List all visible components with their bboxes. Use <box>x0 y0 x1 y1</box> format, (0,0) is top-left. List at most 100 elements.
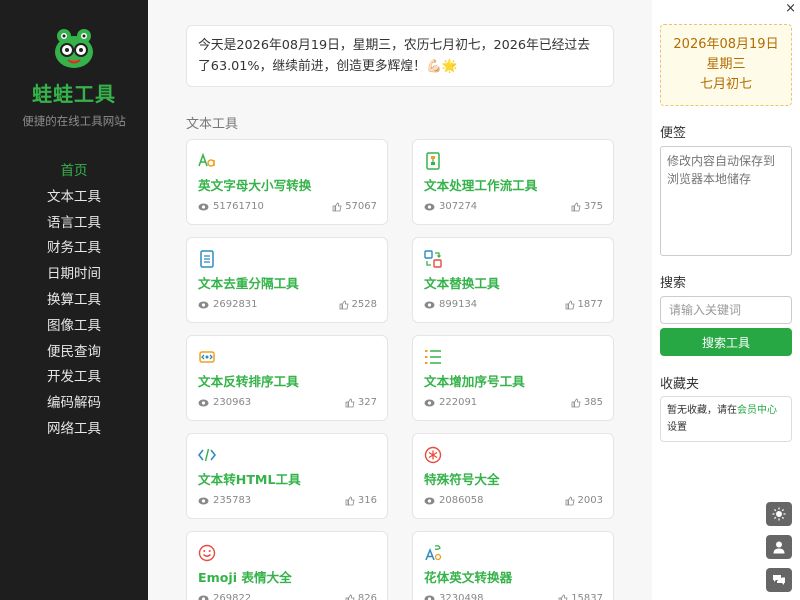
eye-icon <box>198 595 209 600</box>
code-icon <box>198 448 216 462</box>
like-count[interactable]: 57067 <box>332 201 377 212</box>
frog-logo-icon[interactable] <box>52 26 96 70</box>
nav-item-encode-decode[interactable]: 编码解码 <box>0 391 148 417</box>
tool-card-title: 花体英文转换器 <box>424 570 513 585</box>
eye-icon <box>198 301 209 308</box>
like-count-value: 327 <box>357 397 377 408</box>
favorites-box: 暂无收藏，请在会员中心设置 <box>660 396 792 442</box>
like-count-value: 385 <box>583 397 603 408</box>
thumbs-up-icon <box>571 398 581 407</box>
eye-icon <box>198 399 209 406</box>
main-content: 今天是2026年08月19日，星期三，农历七月初七，2026年已经过去了63.0… <box>148 0 652 600</box>
search-input[interactable] <box>660 296 792 324</box>
nav-item-network-tools[interactable]: 网络工具 <box>0 417 148 443</box>
reverse-sort-icon <box>199 351 215 363</box>
eye-icon <box>198 497 209 504</box>
view-count: 230963 <box>198 397 251 408</box>
asterisk-icon <box>424 446 442 464</box>
eye-icon <box>198 203 209 210</box>
tool-card[interactable]: 文本处理工作流工具 307274 375 <box>412 139 614 225</box>
like-count[interactable]: 375 <box>571 201 603 212</box>
tool-card[interactable]: 文本增加序号工具 222091 385 <box>412 335 614 421</box>
brand-name[interactable]: 蛙蛙工具 <box>0 78 148 107</box>
nav-item-convenience-query[interactable]: 便民查询 <box>0 340 148 366</box>
tool-card-title: 文本转HTML工具 <box>198 472 301 487</box>
thumbs-up-icon <box>345 398 355 407</box>
nav-item-image-tools[interactable]: 图像工具 <box>0 314 148 340</box>
like-count[interactable]: 1877 <box>565 299 603 310</box>
view-count: 2086058 <box>424 495 484 506</box>
right-panel: × 2026年08月19日 星期三 七月初七 便签 搜索 搜索工具 收藏夹 暂无… <box>652 0 800 600</box>
view-count: 269822 <box>198 593 251 600</box>
view-count-value: 307274 <box>439 201 478 212</box>
view-count-value: 2692831 <box>213 299 258 310</box>
date-card: 2026年08月19日 星期三 七月初七 <box>660 24 792 106</box>
view-count-value: 51761710 <box>213 201 264 212</box>
view-count-value: 235783 <box>213 495 252 506</box>
tool-card[interactable]: 文本转HTML工具 235783 316 <box>186 433 388 519</box>
like-count-value: 316 <box>357 495 377 506</box>
view-count: 51761710 <box>198 201 264 212</box>
like-count[interactable]: 316 <box>345 495 377 506</box>
tool-card[interactable]: 特殊符号大全 2086058 2003 <box>412 433 614 519</box>
nav-item-date-time[interactable]: 日期时间 <box>0 262 148 288</box>
like-count[interactable]: 2003 <box>565 495 603 506</box>
tool-card[interactable]: 文本反转排序工具 230963 327 <box>186 335 388 421</box>
chat-icon <box>773 575 785 585</box>
tool-card[interactable]: 文本去重分隔工具 2692831 2528 <box>186 237 388 323</box>
nav-item-language-tools[interactable]: 语言工具 <box>0 211 148 237</box>
tool-card[interactable]: 花体英文转换器 3230498 15837 <box>412 531 614 600</box>
view-count-value: 2086058 <box>439 495 484 506</box>
like-count[interactable]: 15837 <box>558 593 603 600</box>
numbered-list-icon <box>425 350 441 364</box>
like-count[interactable]: 327 <box>345 397 377 408</box>
weekday-text: 星期三 <box>706 57 746 72</box>
nav-item-home[interactable]: 首页 <box>0 159 148 185</box>
nav-item-text-tools[interactable]: 文本工具 <box>0 185 148 211</box>
replace-icon <box>424 250 442 268</box>
note-label: 便签 <box>660 126 687 141</box>
user-button[interactable] <box>766 535 792 559</box>
tool-card-title: 文本去重分隔工具 <box>198 276 299 291</box>
tool-card-title: 文本处理工作流工具 <box>424 178 538 193</box>
lunar-date-text: 七月初七 <box>699 77 752 92</box>
main-nav: 首页 文本工具 语言工具 财务工具 日期时间 换算工具 图像工具 便民查询 开发… <box>0 159 148 443</box>
view-count: 307274 <box>424 201 477 212</box>
favorites-empty-suffix: 设置 <box>667 422 687 433</box>
member-center-link[interactable]: 会员中心 <box>737 405 777 416</box>
theme-toggle-button[interactable] <box>766 502 792 526</box>
sidebar: 蛙蛙工具 便捷的在线工具网站 首页 文本工具 语言工具 财务工具 日期时间 换算… <box>0 0 148 600</box>
like-count-value: 15837 <box>571 593 603 600</box>
close-panel-button[interactable]: × <box>785 1 796 16</box>
like-count[interactable]: 826 <box>345 593 377 600</box>
like-count[interactable]: 2528 <box>339 299 377 310</box>
thumbs-up-icon <box>558 594 568 600</box>
eye-icon <box>424 203 435 210</box>
like-count-value: 2003 <box>577 495 603 506</box>
workflow-icon <box>426 152 440 170</box>
tool-card-title: 文本替换工具 <box>424 276 500 291</box>
view-count: 3230498 <box>424 593 484 600</box>
nav-item-conversion-tools[interactable]: 换算工具 <box>0 288 148 314</box>
tool-card-title: 英文字母大小写转换 <box>198 178 312 193</box>
tool-card[interactable]: Emoji 表情大全 269822 826 <box>186 531 388 600</box>
fancy-letter-icon <box>425 545 442 561</box>
nav-item-dev-tools[interactable]: 开发工具 <box>0 365 148 391</box>
thumbs-up-icon <box>565 496 575 505</box>
section-title: 文本工具 <box>186 117 239 132</box>
view-count-value: 3230498 <box>439 593 484 600</box>
search-button[interactable]: 搜索工具 <box>660 328 792 356</box>
feedback-button[interactable] <box>766 568 792 592</box>
note-textarea[interactable] <box>660 146 792 256</box>
nav-item-finance-tools[interactable]: 财务工具 <box>0 236 148 262</box>
like-count[interactable]: 385 <box>571 397 603 408</box>
tool-card[interactable]: 文本替换工具 899134 1877 <box>412 237 614 323</box>
document-lines-icon <box>200 250 214 268</box>
tool-card-title: 文本反转排序工具 <box>198 374 299 389</box>
thumbs-up-icon <box>345 496 355 505</box>
tool-card-title: 文本增加序号工具 <box>424 374 525 389</box>
view-count-value: 899134 <box>439 299 478 310</box>
eye-icon <box>424 301 435 308</box>
tool-card-title: 特殊符号大全 <box>424 472 500 487</box>
tool-card[interactable]: 英文字母大小写转换 51761710 57067 <box>186 139 388 225</box>
